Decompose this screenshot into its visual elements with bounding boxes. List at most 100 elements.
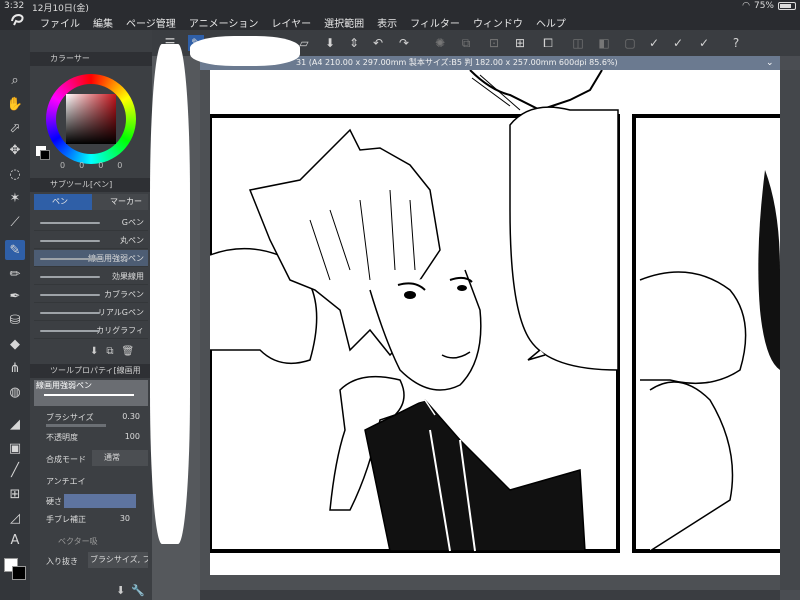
- grid-icon[interactable]: ⊞: [512, 35, 528, 51]
- menu-edit[interactable]: 編集: [93, 15, 113, 30]
- decoration-tool-icon[interactable]: ⋔: [5, 358, 25, 378]
- saturation-value-square[interactable]: [66, 94, 116, 144]
- pencil-check-icon[interactable]: ✓: [696, 35, 712, 51]
- hardness-selector[interactable]: [64, 494, 136, 508]
- opacity-label: 不透明度: [46, 433, 78, 442]
- magic-wand-tool-icon[interactable]: ✶: [5, 188, 25, 208]
- counter-2: 0: [79, 161, 85, 170]
- menu-filter[interactable]: フィルター: [410, 15, 460, 30]
- toolprop-palette-header[interactable]: ツールプロパティ[線画用: [30, 364, 152, 378]
- selection-icon[interactable]: ⊡: [486, 35, 502, 51]
- brush-item[interactable]: 丸ペン: [34, 232, 148, 249]
- frame-icon[interactable]: ▢: [622, 35, 638, 51]
- brush-preview: 線画用強弱ペン: [34, 380, 148, 406]
- brush-stroke-preview: [40, 294, 100, 296]
- redo-icon[interactable]: ↷: [396, 35, 412, 51]
- brush-item[interactable]: カリグラフィ: [34, 322, 148, 339]
- brush-item[interactable]: リアルGペン: [34, 304, 148, 321]
- download-icon[interactable]: ⬇: [90, 346, 106, 357]
- figure-tool-icon[interactable]: ╱: [5, 460, 25, 480]
- pen-check-icon[interactable]: ✓: [646, 35, 662, 51]
- brush-preview-stroke: [44, 394, 134, 396]
- brush-size-row[interactable]: ブラシサイズ 0.30: [34, 410, 148, 430]
- app-logo-icon[interactable]: [10, 13, 26, 27]
- fill-tool-icon[interactable]: ◢: [5, 414, 25, 434]
- battery-percent: 75%: [753, 1, 774, 11]
- blend-tool-icon[interactable]: ◍: [5, 382, 25, 402]
- help-icon[interactable]: ?: [728, 35, 744, 51]
- brush-size-slider[interactable]: [46, 424, 106, 427]
- brush-item[interactable]: Gペン: [34, 214, 148, 231]
- download-icon[interactable]: ⬇: [116, 584, 131, 597]
- move-tool-icon[interactable]: ✥: [5, 140, 25, 160]
- counter-3: 0: [98, 161, 104, 170]
- lasso-tool-icon[interactable]: ◌: [5, 164, 25, 184]
- canvas-area[interactable]: [200, 70, 780, 590]
- airbrush-tool-icon[interactable]: ⛁: [5, 310, 25, 330]
- brush-item-label: カブラペン: [104, 290, 144, 299]
- save-icon[interactable]: ⬇: [322, 35, 338, 51]
- color-counters: 0 0 0 0: [60, 161, 122, 170]
- palette-sub-color[interactable]: [40, 150, 50, 160]
- text-tool-icon[interactable]: A: [5, 530, 25, 550]
- taper-select[interactable]: ブラシサイズ, ブ: [88, 552, 148, 568]
- fill-icon[interactable]: ◧: [596, 35, 612, 51]
- color-wheel[interactable]: [46, 74, 136, 164]
- sub-color-swatch[interactable]: [12, 566, 26, 580]
- manga-page[interactable]: [210, 70, 780, 575]
- horizontal-scrollbar[interactable]: [200, 590, 780, 600]
- menu-view[interactable]: 表示: [377, 15, 397, 30]
- antialias-row[interactable]: アンチエイ: [34, 472, 148, 492]
- transform-icon[interactable]: ⧠: [540, 35, 556, 51]
- object-tool-icon[interactable]: ⬀: [5, 118, 25, 138]
- subtool-palette-header[interactable]: サブツール[ペン]: [30, 178, 152, 192]
- chevron-up-down-icon[interactable]: ⇕: [346, 35, 362, 51]
- menu-window[interactable]: ウィンドウ: [473, 15, 523, 30]
- ruler-tool-icon[interactable]: ◿: [5, 508, 25, 528]
- undo-icon[interactable]: ↶: [370, 35, 386, 51]
- gradient-tool-icon[interactable]: ▣: [5, 438, 25, 458]
- tab-marker[interactable]: マーカー: [92, 194, 148, 210]
- zoom-tool-icon[interactable]: ⌕: [5, 70, 25, 90]
- settings-icon[interactable]: ✺: [432, 35, 448, 51]
- menu-help[interactable]: ヘルプ: [536, 15, 566, 30]
- layer-copy-icon[interactable]: ⧉: [458, 35, 474, 51]
- menu-file[interactable]: ファイル: [40, 15, 80, 30]
- blend-mode-row[interactable]: 合成モード 通常: [34, 450, 148, 470]
- brush-check-icon[interactable]: ✓: [670, 35, 686, 51]
- trash-icon[interactable]: 🗑: [122, 346, 143, 357]
- vector-row[interactable]: ベクター吸: [34, 532, 148, 552]
- color-palette-header[interactable]: カラーサー: [30, 52, 152, 66]
- copy-icon[interactable]: ⧉: [106, 346, 121, 357]
- wrench-icon[interactable]: 🔧: [131, 584, 151, 597]
- pen-tool-icon[interactable]: ✎: [5, 240, 25, 260]
- brush-item[interactable]: カブラペン: [34, 286, 148, 303]
- wifi-icon: ◠: [742, 1, 750, 11]
- menu-animation[interactable]: アニメーション: [189, 15, 259, 30]
- menu-bar: 3:32 12月10日(金) ファイル 編集 ページ管理 アニメーション レイヤ…: [0, 0, 800, 30]
- hand-tool-icon[interactable]: ✋: [5, 94, 25, 114]
- hardness-row[interactable]: 硬さ: [34, 492, 148, 512]
- brush-stroke-preview: [40, 312, 100, 314]
- brush-tool-icon[interactable]: ✒: [5, 286, 25, 306]
- blend-mode-select[interactable]: 通常: [92, 450, 148, 466]
- stabilizer-row[interactable]: 手ブレ補正 30: [34, 512, 148, 532]
- tab-pen[interactable]: ペン: [34, 194, 92, 210]
- brush-item[interactable]: 効果線用: [34, 268, 148, 285]
- brush-item[interactable]: 線画用強弱ペン: [34, 250, 148, 267]
- palette-footer: ⬇🔧: [116, 584, 151, 597]
- clear-icon[interactable]: ◫: [570, 35, 586, 51]
- frame-tool-icon[interactable]: ⊞: [5, 484, 25, 504]
- menu-layer[interactable]: レイヤー: [271, 15, 311, 30]
- chevron-down-icon[interactable]: ⌄: [766, 58, 774, 68]
- menu-selection[interactable]: 選択範囲: [324, 15, 364, 30]
- manga-artwork: [210, 70, 780, 553]
- eraser-tool-icon[interactable]: ◆: [5, 334, 25, 354]
- eyedropper-tool-icon[interactable]: ⟋: [5, 212, 25, 232]
- taper-row[interactable]: 入り抜き ブラシサイズ, ブ: [34, 552, 148, 572]
- opacity-row[interactable]: 不透明度 100: [34, 430, 148, 450]
- pencil-tool-icon[interactable]: ✏: [5, 264, 25, 284]
- vertical-scrollbar[interactable]: [780, 70, 800, 590]
- battery-icon: [778, 2, 796, 10]
- menu-page[interactable]: ページ管理: [126, 15, 176, 30]
